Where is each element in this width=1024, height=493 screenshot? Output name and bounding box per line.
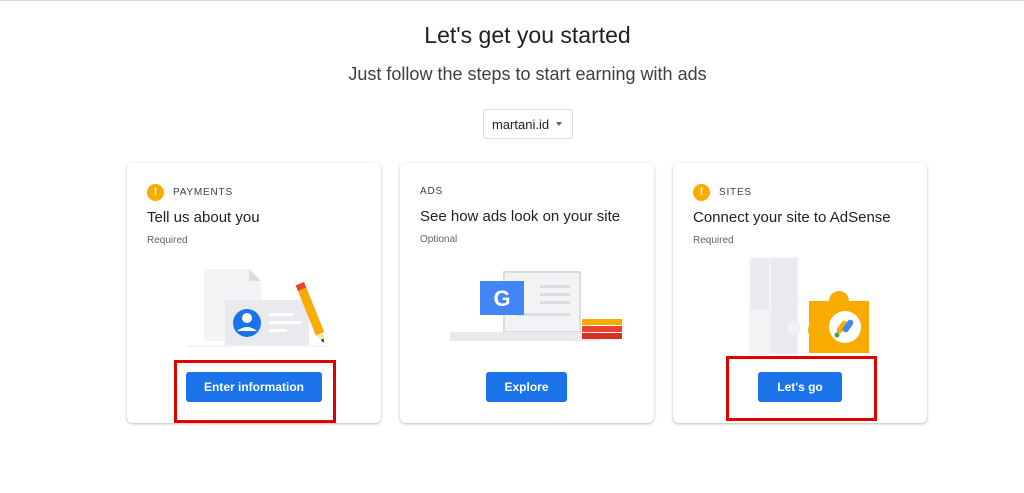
ads-label-row: ADS	[420, 182, 443, 200]
payments-label: PAYMENTS	[173, 186, 233, 198]
payments-title: Tell us about you	[147, 209, 260, 226]
sites-label: SITES	[719, 186, 752, 198]
ads-status: Optional	[420, 234, 458, 245]
ads-card: ADS See how ads look on your site Option…	[400, 163, 654, 423]
ads-title: See how ads look on your site	[420, 208, 621, 225]
site-selector-value: martani.id	[492, 116, 550, 132]
puzzle-adsense-illustration	[749, 257, 869, 355]
warning-icon: !	[693, 183, 710, 201]
page-title: Let's get you started	[424, 22, 631, 48]
ads-label: ADS	[420, 185, 443, 197]
sites-label-row: ! SITES	[693, 183, 752, 201]
sites-title: Connect your site to AdSense	[693, 209, 891, 226]
top-divider	[0, 0, 1024, 1]
explore-button[interactable]: Explore	[486, 372, 567, 402]
payments-status: Required	[147, 235, 188, 246]
laptop-ads-illustration: G	[450, 271, 622, 341]
payments-label-row: ! PAYMENTS	[147, 183, 233, 201]
highlight-box-enter-information	[174, 360, 336, 423]
warning-icon: !	[147, 183, 164, 201]
site-selector-dropdown[interactable]: martani.id	[483, 109, 573, 139]
sites-status: Required	[693, 235, 734, 246]
google-g-icon: G	[493, 286, 510, 311]
caret-down-icon	[556, 122, 562, 126]
profile-card-illustration	[187, 269, 327, 347]
highlight-box-lets-go	[726, 356, 877, 421]
page-subtitle: Just follow the steps to start earning w…	[348, 64, 707, 84]
